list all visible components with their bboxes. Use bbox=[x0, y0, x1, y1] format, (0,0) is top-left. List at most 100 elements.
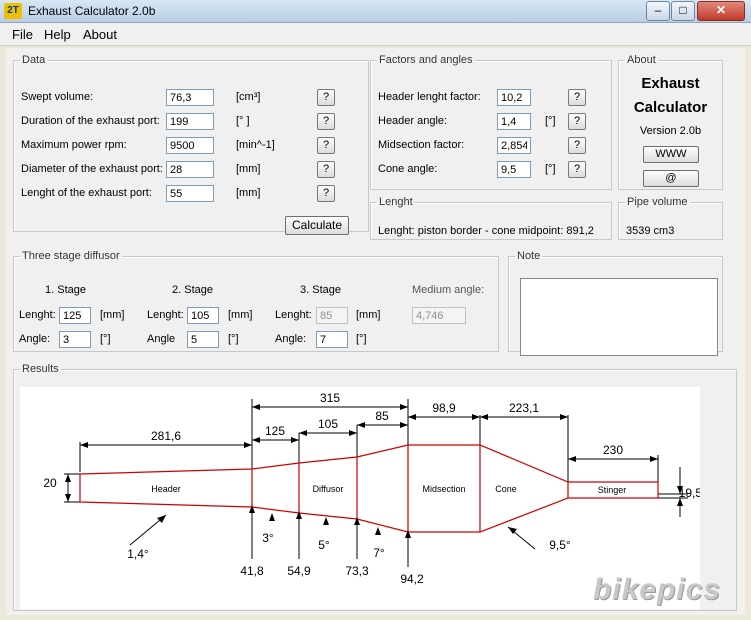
stage3-angle-input[interactable] bbox=[316, 331, 348, 348]
port-duration-label: Duration of the exhaust port: bbox=[21, 115, 160, 127]
cone-angle-label: Cone angle: bbox=[378, 163, 438, 175]
port-lenght-unit: [mm] bbox=[236, 187, 261, 199]
swept-volume-label: Swept volume: bbox=[21, 91, 94, 103]
window-title: Exhaust Calculator 2.0b bbox=[28, 4, 156, 18]
email-button[interactable]: @ bbox=[643, 170, 699, 187]
swept-volume-input[interactable] bbox=[166, 89, 214, 106]
client-area: Data Swept volume: [cm³] ? Duration of t… bbox=[6, 48, 745, 615]
arrowhead bbox=[357, 422, 365, 428]
swept-volume-help-button[interactable]: ? bbox=[317, 89, 335, 106]
stage3-title: 3. Stage bbox=[300, 284, 341, 296]
angle-stage1-label: 3° bbox=[262, 531, 274, 545]
arrowhead bbox=[568, 456, 576, 462]
port-diameter-input[interactable] bbox=[166, 161, 214, 178]
close-button[interactable]: ✕ bbox=[697, 1, 745, 21]
menu-about[interactable]: About bbox=[83, 27, 117, 42]
stage2-lenght-unit: [mm] bbox=[228, 309, 253, 321]
dim-stinger-label: 230 bbox=[603, 443, 623, 457]
note-group-legend: Note bbox=[517, 250, 541, 262]
angle-header-label: 1,4° bbox=[127, 547, 149, 561]
diameter-4-label: 94,2 bbox=[400, 572, 424, 586]
port-lenght-input[interactable] bbox=[166, 185, 214, 202]
arrowhead bbox=[400, 404, 408, 410]
angle-stage3-label: 7° bbox=[373, 546, 385, 560]
stage1-lenght-label: Lenght: bbox=[19, 309, 56, 321]
port-diameter-help-button[interactable]: ? bbox=[317, 161, 335, 178]
port-lenght-label: Lenght of the exhaust port: bbox=[21, 187, 152, 199]
stage2-angle-input[interactable] bbox=[187, 331, 219, 348]
factors-group-legend: Factors and angles bbox=[379, 54, 473, 66]
minimize-button[interactable]: – bbox=[646, 1, 670, 21]
port-lenght-help-button[interactable]: ? bbox=[317, 185, 335, 202]
stage1-lenght-input[interactable] bbox=[59, 307, 91, 324]
medium-angle-label: Medium angle: bbox=[412, 284, 485, 296]
midsection-factor-help-button[interactable]: ? bbox=[568, 137, 586, 154]
dim-mid-label: 98,9 bbox=[432, 401, 456, 415]
angle-stage2-label: 5° bbox=[318, 538, 330, 552]
stage2-angle-unit: [°] bbox=[228, 333, 239, 345]
arrowhead bbox=[291, 437, 299, 443]
max-power-rpm-input[interactable] bbox=[166, 137, 214, 154]
arrowhead bbox=[560, 414, 568, 420]
header-angle-input[interactable] bbox=[497, 113, 531, 130]
arrowhead bbox=[252, 437, 260, 443]
header-lenght-factor-input[interactable] bbox=[497, 89, 531, 106]
www-button[interactable]: WWW bbox=[643, 146, 699, 163]
menu-file[interactable]: File bbox=[12, 27, 33, 42]
piston-cone-lenght-text: Lenght: piston border - cone midpoint: 8… bbox=[378, 225, 594, 237]
header-angle-help-button[interactable]: ? bbox=[568, 113, 586, 130]
diffusor-group-legend: Three stage diffusor bbox=[22, 250, 120, 262]
dim-315-label: 315 bbox=[320, 391, 340, 405]
segment-stinger-label: Stinger bbox=[598, 485, 627, 495]
stage3-lenght-input[interactable] bbox=[316, 307, 348, 324]
title-bar: 2T Exhaust Calculator 2.0b – □ ✕ bbox=[0, 0, 751, 23]
dim-cone-label: 223,1 bbox=[509, 401, 539, 415]
results-group-legend: Results bbox=[22, 363, 59, 375]
maximize-button[interactable]: □ bbox=[671, 1, 695, 21]
arrowhead bbox=[472, 414, 480, 420]
stage1-lenght-unit: [mm] bbox=[100, 309, 125, 321]
stage1-angle-unit: [°] bbox=[100, 333, 111, 345]
segment-header-label: Header bbox=[151, 484, 181, 494]
pipe-volume-value: 3539 cm3 bbox=[626, 225, 675, 237]
note-group: Note bbox=[508, 250, 723, 356]
swept-volume-unit: [cm³] bbox=[236, 91, 261, 103]
arrowhead bbox=[400, 422, 408, 428]
midsection-factor-label: Midsection factor: bbox=[378, 139, 465, 151]
note-textarea[interactable] bbox=[520, 278, 718, 356]
stage1-angle-input[interactable] bbox=[59, 331, 91, 348]
arrowheads bbox=[65, 404, 683, 538]
midsection-factor-input[interactable] bbox=[497, 137, 531, 154]
port-diameter-unit: [mm] bbox=[236, 163, 261, 175]
arrowhead bbox=[80, 442, 88, 448]
port-duration-input[interactable] bbox=[166, 113, 214, 130]
data-group-legend: Data bbox=[22, 54, 46, 66]
calculate-button[interactable]: Calculate bbox=[285, 216, 349, 235]
arrowhead bbox=[299, 430, 307, 436]
pipe-volume-legend: Pipe volume bbox=[627, 196, 688, 208]
arrowhead bbox=[650, 456, 658, 462]
stage3-angle-label: Angle: bbox=[275, 333, 307, 345]
about-version: Version 2.0b bbox=[639, 125, 702, 137]
segment-midsection-label: Midsection bbox=[422, 484, 465, 494]
cone-angle-input[interactable] bbox=[497, 161, 531, 178]
lenght-group-legend: Lenght bbox=[379, 196, 413, 208]
port-duration-help-button[interactable]: ? bbox=[317, 113, 335, 130]
menu-bar: File Help About bbox=[0, 23, 751, 46]
stage2-title: 2. Stage bbox=[172, 284, 213, 296]
header-angle-unit: [°] bbox=[545, 115, 556, 127]
about-app-name-line1: Exhaust bbox=[641, 75, 700, 92]
max-power-rpm-help-button[interactable]: ? bbox=[317, 137, 335, 154]
app-icon: 2T bbox=[4, 3, 22, 19]
medium-angle-input[interactable] bbox=[412, 307, 466, 324]
header-lenght-factor-help-button[interactable]: ? bbox=[568, 89, 586, 106]
cone-angle-help-button[interactable]: ? bbox=[568, 161, 586, 178]
lenght-group: Lenght Lenght: piston border - cone midp… bbox=[370, 196, 612, 240]
arrowhead bbox=[349, 430, 357, 436]
stage2-lenght-label: Lenght: bbox=[147, 309, 184, 321]
menu-help[interactable]: Help bbox=[44, 27, 71, 42]
arrowhead bbox=[375, 527, 381, 535]
stage2-lenght-input[interactable] bbox=[187, 307, 219, 324]
arrowhead bbox=[480, 414, 488, 420]
watermark-logo: bikepics bbox=[592, 573, 721, 606]
